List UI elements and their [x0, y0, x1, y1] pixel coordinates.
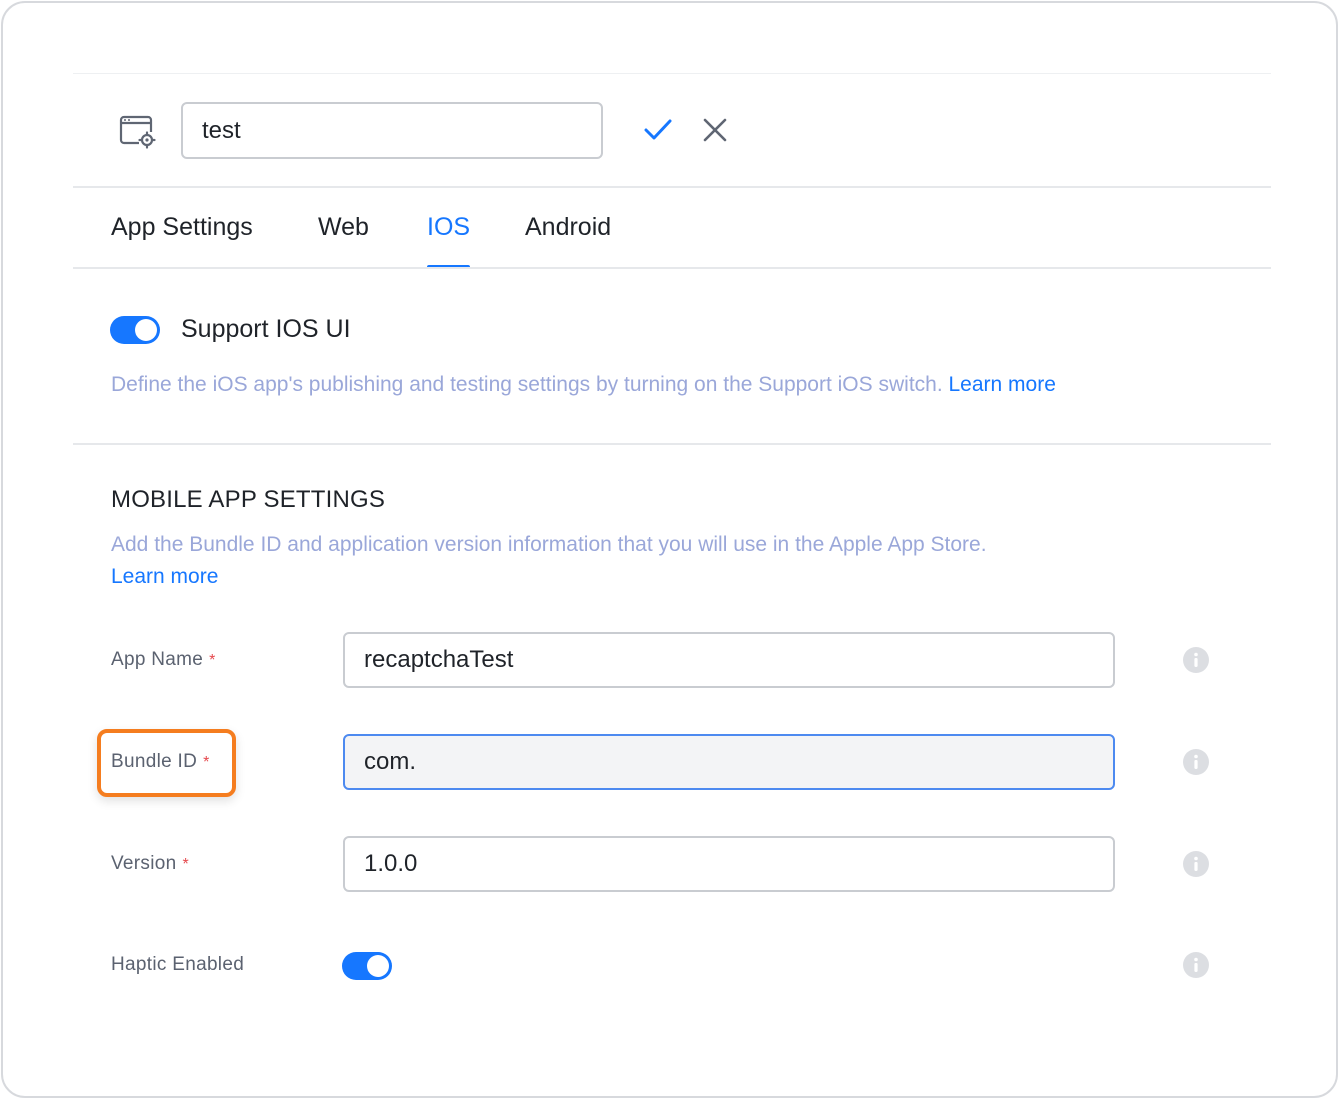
settings-panel: App Settings Web IOS Android Support IOS…	[1, 1, 1338, 1098]
section-divider	[73, 443, 1271, 445]
required-asterisk: *	[209, 652, 216, 669]
version-label: Version *	[111, 853, 189, 875]
top-divider	[73, 73, 1271, 74]
app-name-title-input[interactable]	[181, 102, 603, 159]
bundle-id-input[interactable]	[343, 734, 1115, 790]
toggle-knob	[367, 955, 389, 977]
section-title: MOBILE APP SETTINGS	[111, 486, 386, 513]
info-icon[interactable]	[1182, 646, 1210, 674]
tab-ios[interactable]: IOS	[427, 213, 470, 242]
toggle-knob	[135, 319, 157, 341]
support-ios-toggle[interactable]	[110, 316, 160, 344]
support-ios-description: Define the iOS app's publishing and test…	[111, 373, 1056, 397]
app-name-input[interactable]	[343, 632, 1115, 688]
info-icon[interactable]	[1182, 850, 1210, 878]
haptic-enabled-label-text: Haptic Enabled	[111, 954, 245, 975]
mobile-settings-learn-more-link[interactable]: Learn more	[111, 565, 218, 588]
mobile-settings-description-text: Add the Bundle ID and application versio…	[111, 533, 987, 556]
haptic-enabled-toggle[interactable]	[342, 952, 392, 980]
support-ios-label: Support IOS UI	[181, 315, 351, 343]
app-settings-icon	[119, 115, 156, 149]
header-divider	[73, 186, 1271, 188]
check-icon[interactable]	[641, 113, 675, 147]
mobile-settings-description: Add the Bundle ID and application versio…	[111, 529, 1011, 593]
tab-android[interactable]: Android	[525, 213, 611, 242]
bundle-id-highlight	[97, 729, 236, 797]
tab-app-settings[interactable]: App Settings	[111, 213, 253, 242]
app-name-label: App Name *	[111, 649, 216, 671]
app-name-label-text: App Name	[111, 649, 204, 670]
support-ios-description-text: Define the iOS app's publishing and test…	[111, 373, 949, 396]
haptic-enabled-label: Haptic Enabled	[111, 954, 244, 976]
close-icon[interactable]	[699, 113, 731, 147]
tab-web[interactable]: Web	[318, 213, 369, 242]
version-label-text: Version	[111, 853, 177, 874]
info-icon[interactable]	[1182, 748, 1210, 776]
version-input[interactable]	[343, 836, 1115, 892]
required-asterisk: *	[182, 856, 190, 873]
support-ios-learn-more-link[interactable]: Learn more	[949, 373, 1056, 396]
tabs-divider	[73, 267, 1271, 269]
info-icon[interactable]	[1182, 951, 1210, 979]
